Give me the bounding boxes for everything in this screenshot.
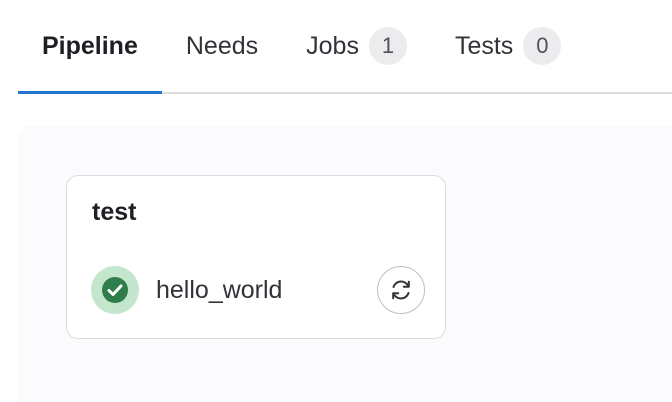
pipeline-graph: test hello_world xyxy=(18,126,672,402)
stage-card: test hello_world xyxy=(66,175,446,339)
tab-tests[interactable]: Tests 0 xyxy=(431,0,585,92)
stage-title: test xyxy=(92,198,137,226)
retry-icon xyxy=(392,280,410,300)
tab-needs-label: Needs xyxy=(185,31,259,60)
pipeline-tabs: Pipeline Needs Jobs 1 Tests 0 xyxy=(18,0,672,94)
tab-jobs[interactable]: Jobs 1 xyxy=(282,0,431,92)
tab-jobs-label: Jobs xyxy=(306,31,359,60)
jobs-count-badge: 1 xyxy=(368,27,407,65)
tab-pipeline-label: Pipeline xyxy=(42,31,138,60)
retry-button[interactable] xyxy=(377,266,425,314)
job-name[interactable]: hello_world xyxy=(156,276,377,305)
status-success-icon xyxy=(91,266,139,314)
job-item[interactable]: hello_world xyxy=(91,264,425,316)
tab-needs[interactable]: Needs xyxy=(162,0,282,92)
tests-count-badge: 0 xyxy=(523,27,562,65)
tab-tests-label: Tests xyxy=(454,31,514,60)
tab-pipeline[interactable]: Pipeline xyxy=(18,0,162,94)
